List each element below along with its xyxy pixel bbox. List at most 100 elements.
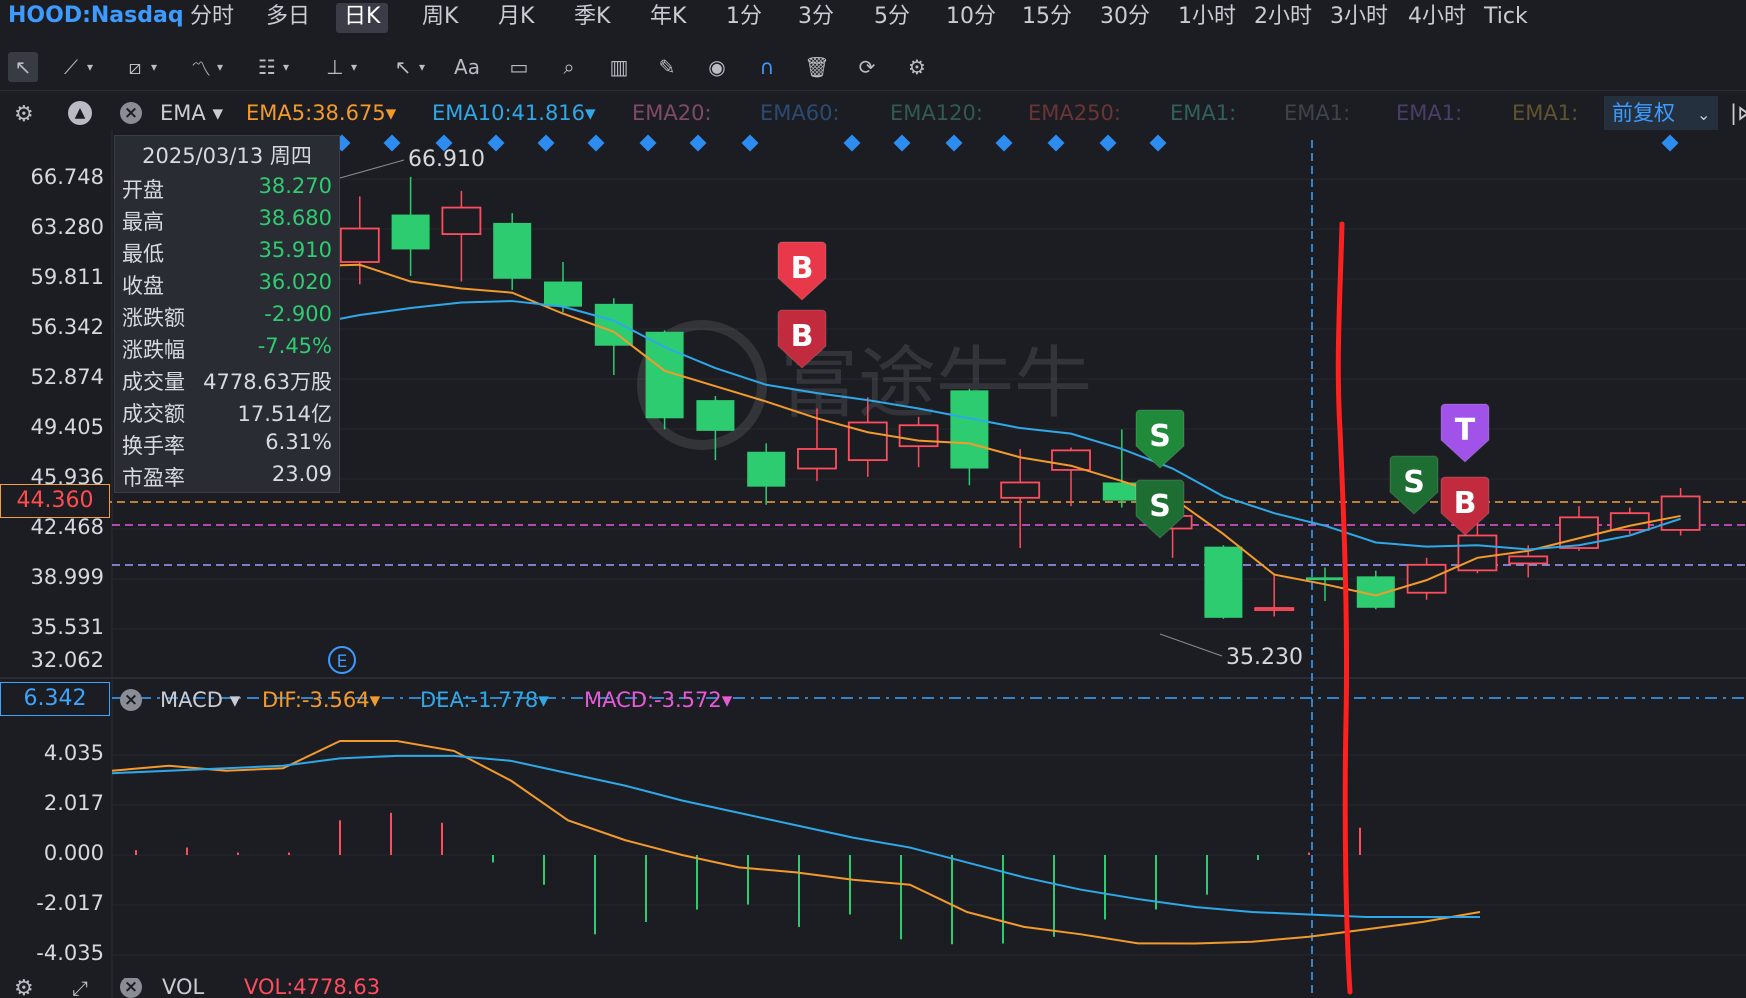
- tool-menu-arrow-icon[interactable]: ▾: [280, 52, 292, 82]
- current-price-label: 44.360: [0, 484, 110, 518]
- line-tool-icon[interactable]: ⟋: [56, 52, 86, 82]
- gear-icon[interactable]: ⚙: [14, 102, 34, 127]
- buy-signal-badge: [777, 309, 827, 369]
- event-diamond-marker: [995, 134, 1013, 152]
- vol-gear-icon[interactable]: ⚙: [14, 978, 34, 998]
- sell-signal-badge: [1389, 455, 1439, 515]
- channel-tool-icon[interactable]: ⧄: [120, 52, 150, 82]
- period-tab-7[interactable]: 1分: [718, 3, 770, 33]
- pencil-icon[interactable]: ✎: [652, 52, 682, 82]
- sell-signal-label: S: [1149, 419, 1171, 454]
- arrow-tool-icon[interactable]: ↖: [388, 52, 418, 82]
- adjust-select[interactable]: 前复权 ⌄: [1604, 96, 1719, 130]
- period-tab-5[interactable]: 季K: [566, 3, 618, 33]
- ema-legend-item-2[interactable]: EMA20:: [632, 101, 712, 125]
- ema-legend-item-0[interactable]: EMA5:38.675▾: [246, 101, 396, 125]
- tooltip-row: 成交额 17.514亿: [122, 398, 332, 428]
- tooltip-row: 涨跌幅 -7.45%: [122, 334, 332, 364]
- ema-legend-item-1[interactable]: EMA10:41.816▾: [432, 101, 596, 125]
- candle-body-down: [493, 222, 532, 279]
- expand-icon[interactable]: ⤢: [72, 978, 88, 998]
- period-tab-3[interactable]: 周K: [414, 3, 466, 33]
- vertical-tool-icon[interactable]: ⊥: [320, 52, 350, 82]
- candle-body-down: [391, 214, 430, 250]
- wave-tool-icon[interactable]: 〽: [186, 52, 216, 82]
- candle-icon[interactable]: ▥: [604, 52, 634, 82]
- search-icon[interactable]: ⌕: [554, 52, 584, 82]
- sell-signal-badge: [1135, 409, 1185, 469]
- panel-toggle-icon[interactable]: |⋉: [1730, 101, 1746, 125]
- collapse-icon[interactable]: ▲: [68, 101, 92, 125]
- trash-icon[interactable]: 🗑: [802, 52, 832, 82]
- comment-icon[interactable]: ▭: [504, 52, 534, 82]
- period-tab-9[interactable]: 5分: [866, 3, 918, 33]
- ema-legend-item-3[interactable]: EMA60:: [760, 101, 840, 125]
- candle-body-down: [645, 331, 684, 419]
- candle-body-up: [898, 424, 939, 448]
- symbol-title[interactable]: HOOD:Nasdaq: [8, 3, 184, 28]
- text-tool-icon[interactable]: Aa: [452, 52, 482, 82]
- event-diamond-marker: [383, 134, 401, 152]
- period-tab-6[interactable]: 年K: [642, 3, 694, 33]
- tooltip-key: 最高: [122, 210, 164, 234]
- ema-legend-item-5[interactable]: EMA250:: [1028, 101, 1121, 125]
- tool-menu-arrow-icon[interactable]: ▾: [214, 52, 226, 82]
- close-macd-icon[interactable]: ×: [120, 689, 142, 711]
- magnet-icon[interactable]: ∩: [752, 52, 782, 82]
- sync-icon[interactable]: ⟳: [852, 52, 882, 82]
- vol-legend: ⚙ ⤢ × VOL VOL:4778.63: [0, 978, 1746, 998]
- tooltip-key: 成交额: [122, 402, 185, 426]
- period-tab-16[interactable]: 4小时: [1400, 3, 1474, 33]
- eye-icon[interactable]: ◉: [702, 52, 732, 82]
- ema-legend-item-7[interactable]: EMA1:: [1284, 101, 1350, 125]
- macd-select[interactable]: MACD ▾: [160, 688, 240, 712]
- period-tab-8[interactable]: 3分: [790, 3, 842, 33]
- period-tab-4[interactable]: 月K: [490, 3, 542, 33]
- period-tab-14[interactable]: 2小时: [1246, 3, 1320, 33]
- tooltip-value: 23.09: [271, 462, 332, 486]
- event-diamond-marker: [843, 134, 861, 152]
- tooltip-key: 涨跌额: [122, 306, 185, 330]
- period-tab-0[interactable]: 分时: [182, 3, 242, 33]
- vol-value: VOL:4778.63: [244, 978, 381, 998]
- period-tab-1[interactable]: 多日: [258, 3, 318, 33]
- ema-legend-item-4[interactable]: EMA120:: [890, 101, 983, 125]
- period-tab-2[interactable]: 日K: [336, 3, 389, 33]
- tool-menu-arrow-icon[interactable]: ▾: [84, 52, 96, 82]
- period-tab-12[interactable]: 30分: [1092, 3, 1158, 33]
- buy-signal-label: B: [791, 319, 814, 354]
- tool-menu-arrow-icon[interactable]: ▾: [148, 52, 160, 82]
- period-tab-17[interactable]: Tick: [1476, 3, 1536, 33]
- tooltip-row: 收盘 36.020: [122, 270, 332, 300]
- close-indicator-icon[interactable]: ×: [120, 102, 142, 124]
- period-tab-10[interactable]: 10分: [938, 3, 1004, 33]
- high-annotation: 66.910: [408, 147, 485, 172]
- adjust-label: 前复权: [1612, 101, 1675, 125]
- period-tab-15[interactable]: 3小时: [1322, 3, 1396, 33]
- tooltip-key: 换手率: [122, 434, 185, 458]
- candle-body-down: [696, 400, 735, 431]
- tooltip-value: -7.45%: [257, 334, 332, 358]
- event-diamond-marker: [487, 134, 505, 152]
- watermark-text: 富途牛牛: [780, 339, 1092, 429]
- sell-signal-badge: [1135, 479, 1185, 539]
- macd-dif[interactable]: DIF:-3.564▾: [262, 688, 380, 712]
- tool-menu-arrow-icon[interactable]: ▾: [348, 52, 360, 82]
- fib-tool-icon[interactable]: ☷: [252, 52, 282, 82]
- ema-legend-item-6[interactable]: EMA1:: [1170, 101, 1236, 125]
- cursor-icon[interactable]: ↖: [8, 52, 38, 82]
- period-tab-13[interactable]: 1小时: [1170, 3, 1244, 33]
- candle-body-down: [594, 303, 633, 346]
- tooltip-row: 换手率 6.31%: [122, 430, 332, 460]
- macd-dea[interactable]: DEA:-1.778▾: [420, 688, 549, 712]
- ema-legend-item-9[interactable]: EMA1:: [1512, 101, 1578, 125]
- ema-legend-item-8[interactable]: EMA1:: [1396, 101, 1462, 125]
- period-tab-11[interactable]: 15分: [1014, 3, 1080, 33]
- close-vol-icon[interactable]: ×: [120, 978, 142, 998]
- gear-icon[interactable]: ⚙: [902, 52, 932, 82]
- macd-value[interactable]: MACD:-3.572▾: [584, 688, 732, 712]
- vol-name: VOL: [162, 978, 205, 998]
- buy-signal-label: B: [791, 251, 814, 286]
- tool-menu-arrow-icon[interactable]: ▾: [416, 52, 428, 82]
- indicator-select[interactable]: EMA ▾: [160, 101, 223, 125]
